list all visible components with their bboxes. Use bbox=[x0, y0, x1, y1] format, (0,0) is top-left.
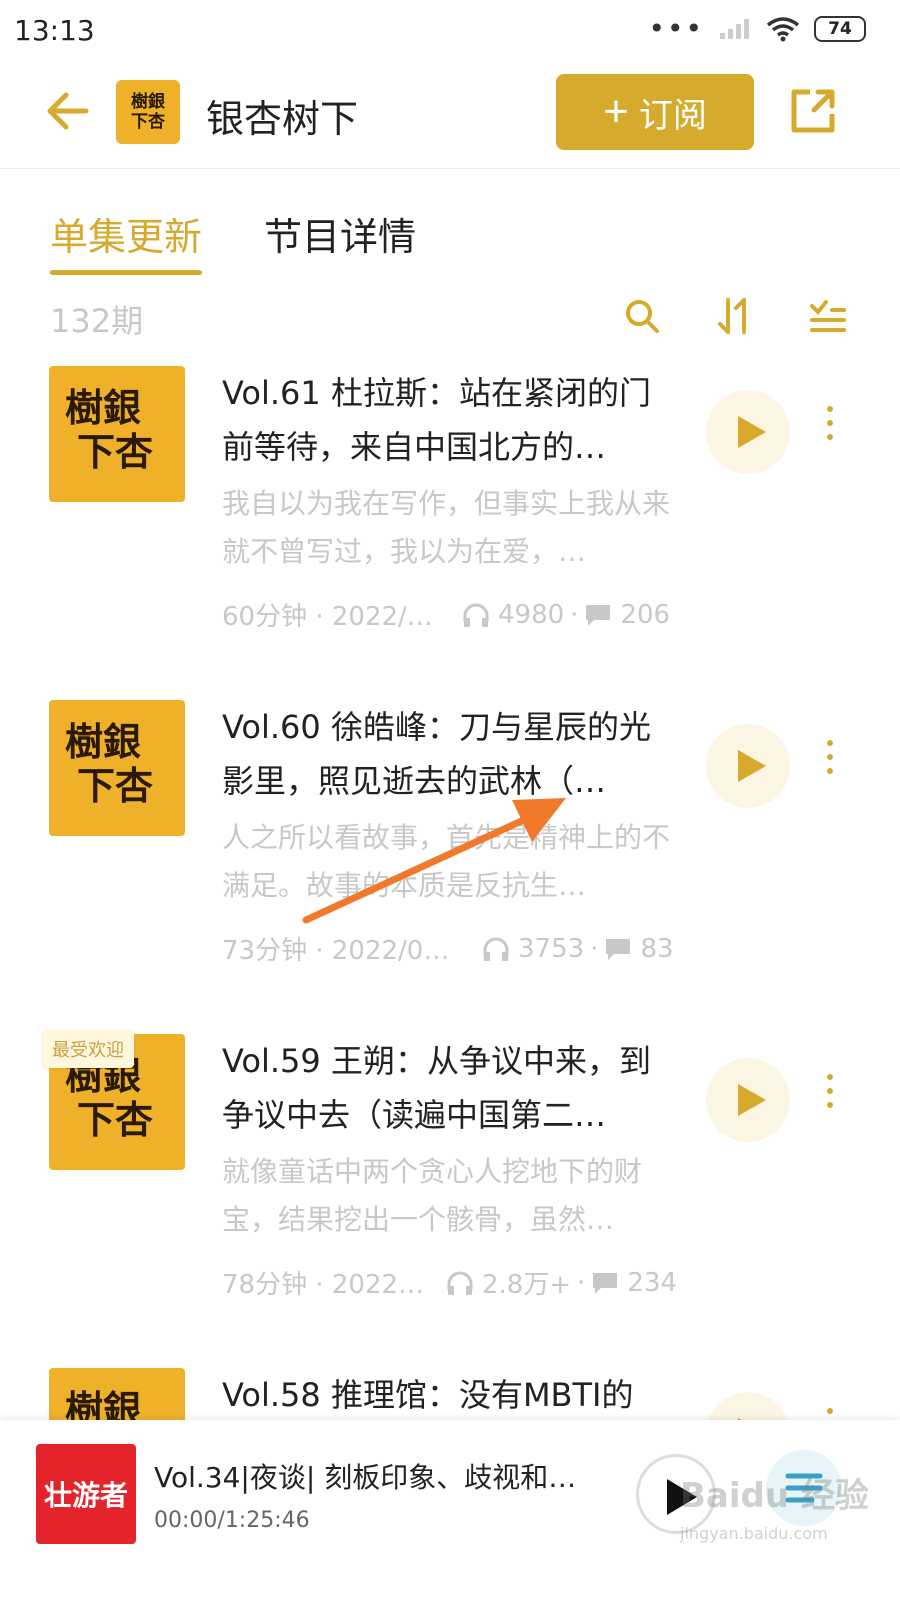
play-button[interactable] bbox=[706, 1058, 790, 1142]
filter-list-icon[interactable] bbox=[808, 296, 848, 336]
cover-text-bottom: 下杏 bbox=[77, 1097, 154, 1142]
comment-icon bbox=[586, 604, 611, 626]
tab-episodes[interactable]: 单集更新 bbox=[50, 206, 203, 275]
episode-description: 人之所以看故事，首先是精神上的不满足。故事的本质是反抗生… bbox=[222, 821, 671, 902]
duration-date: 60分钟 · 2022/… bbox=[222, 602, 433, 632]
headphones-icon bbox=[447, 1271, 473, 1295]
comment-count: 83 bbox=[640, 933, 674, 964]
popular-badge: 最受欢迎 bbox=[42, 1030, 134, 1068]
headphones-icon bbox=[463, 603, 489, 627]
mini-player[interactable]: 壮游者 Vol.34|夜谈| 刻板印象、歧视和… 00:00/1:25:46 B… bbox=[0, 1420, 900, 1600]
episode-cover: 樹銀 bbox=[49, 1368, 185, 1420]
play-count: 2.8万+ bbox=[482, 1270, 572, 1300]
play-count: 3753 bbox=[518, 933, 585, 964]
headphones-icon bbox=[483, 937, 509, 961]
plus-icon: + bbox=[603, 87, 629, 136]
more-icon[interactable] bbox=[818, 406, 842, 456]
wifi-icon bbox=[766, 17, 800, 42]
sort-icon[interactable] bbox=[716, 296, 756, 336]
share-icon[interactable] bbox=[788, 86, 838, 136]
notification-dots-icon: ••• bbox=[648, 12, 704, 45]
more-icon[interactable] bbox=[818, 1408, 842, 1420]
episode-description: 我自以为我在写作，但事实上我从来就不曾写过，我以为在爱，… bbox=[222, 487, 671, 568]
episode-title[interactable]: Vol.61 杜拉斯：站在紧闭的门前等待，来自中国北方的… bbox=[222, 366, 682, 474]
episode-meta: 73分钟 · 2022/0… 3753 · 83 bbox=[222, 930, 682, 967]
cover-text-top: 樹銀 bbox=[65, 719, 142, 764]
app-header: 樹銀 下杏 银杏树下 + 订阅 bbox=[0, 62, 900, 169]
play-button[interactable] bbox=[706, 1392, 790, 1420]
logo-text-line-2: 下杏 bbox=[131, 112, 165, 132]
comment-count: 234 bbox=[627, 1267, 678, 1298]
comment-icon bbox=[606, 938, 631, 960]
clock: 13:13 bbox=[14, 14, 95, 47]
cover-text-bottom: 下杏 bbox=[77, 429, 154, 474]
list-item[interactable]: 樹銀 下杏 Vol.61 杜拉斯：站在紧闭的门前等待，来自中国北方的… 我自以为… bbox=[0, 366, 900, 700]
episode-toolbar: 132期 bbox=[50, 296, 850, 340]
episode-count: 132期 bbox=[50, 302, 144, 340]
cover-text-top: 樹銀 bbox=[65, 1387, 142, 1421]
duration-date: 78分钟 · 2022… bbox=[222, 1270, 425, 1300]
meta-separator: · bbox=[577, 1267, 586, 1298]
list-item[interactable]: 樹銀 下杏 Vol.60 徐皓峰：刀与星辰的光影里，照见逝去的武林（… 人之所以… bbox=[0, 700, 900, 1034]
episode-cover: 樹銀 下杏 bbox=[49, 366, 185, 502]
episode-description: 就像童话中两个贪心人挖地下的财宝，结果挖出一个骸骨，虽然… bbox=[222, 1155, 643, 1236]
page-title: 银杏树下 bbox=[206, 97, 359, 141]
status-bar: 13:13 ••• 74 bbox=[0, 0, 900, 60]
meta-separator: · bbox=[590, 933, 599, 964]
play-button[interactable] bbox=[706, 724, 790, 808]
watermark-url: jingyan.baidu.com bbox=[680, 1524, 828, 1543]
comment-count: 206 bbox=[620, 599, 671, 630]
battery-indicator: 74 bbox=[814, 16, 866, 42]
status-icons: ••• 74 bbox=[648, 12, 866, 45]
player-time: 00:00/1:25:46 bbox=[154, 1508, 310, 1533]
list-item[interactable]: 樹銀 Vol.58 推理馆：没有MBTI的 bbox=[0, 1368, 900, 1420]
subscribe-button[interactable]: + 订阅 bbox=[556, 74, 754, 150]
cover-text-bottom: 下杏 bbox=[77, 763, 154, 808]
search-icon[interactable] bbox=[622, 296, 662, 336]
duration-date: 73分钟 · 2022/0… bbox=[222, 936, 450, 966]
logo-text-line-1: 樹銀 bbox=[131, 92, 165, 112]
episode-meta: 60分钟 · 2022/… 4980 · 206 bbox=[222, 596, 682, 633]
meta-separator: · bbox=[570, 599, 579, 630]
signal-icon bbox=[720, 19, 749, 39]
episode-cover: 樹銀 下杏 bbox=[49, 700, 185, 836]
more-icon[interactable] bbox=[818, 1074, 842, 1124]
episode-title[interactable]: Vol.59 王朔：从争议中来，到争议中去（读遍中国第二… bbox=[222, 1034, 682, 1142]
subscribe-label: 订阅 bbox=[638, 96, 707, 135]
episode-title[interactable]: Vol.60 徐皓峰：刀与星辰的光影里，照见逝去的武林（… bbox=[222, 700, 682, 808]
episode-meta: 78分钟 · 2022… 2.8万+ · 234 bbox=[222, 1264, 682, 1301]
player-cover: 壮游者 bbox=[36, 1444, 136, 1544]
play-button[interactable] bbox=[706, 390, 790, 474]
podcast-logo: 樹銀 下杏 bbox=[116, 80, 180, 144]
cover-text-top: 樹銀 bbox=[65, 385, 142, 430]
comment-icon bbox=[593, 1272, 618, 1294]
player-title[interactable]: Vol.34|夜谈| 刻板印象、歧视和… bbox=[154, 1456, 614, 1496]
back-arrow-icon[interactable] bbox=[46, 86, 90, 136]
more-icon[interactable] bbox=[818, 740, 842, 790]
episode-title[interactable]: Vol.58 推理馆：没有MBTI的 bbox=[222, 1368, 682, 1420]
play-count: 4980 bbox=[498, 599, 565, 630]
tab-bar: 单集更新 节目详情 bbox=[50, 206, 416, 275]
watermark: Baidu 经验 bbox=[680, 1476, 869, 1516]
tab-details[interactable]: 节目详情 bbox=[264, 206, 416, 275]
list-item[interactable]: 樹銀 下杏 最受欢迎 Vol.59 王朔：从争议中来，到争议中去（读遍中国第二…… bbox=[0, 1030, 900, 1368]
